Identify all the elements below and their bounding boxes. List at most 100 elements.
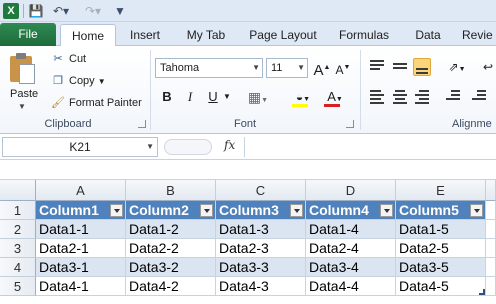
table-cell[interactable]: Data4-3 [216,277,306,296]
font-launcher-icon[interactable] [346,120,354,128]
table-header-cell[interactable]: Column5 [396,201,486,220]
align-left-icon[interactable] [368,88,386,106]
filter-dropdown-icon[interactable] [110,204,123,217]
formula-input[interactable] [244,137,494,157]
name-box[interactable]: K21 ▼ [2,137,158,157]
align-right-icon[interactable] [413,88,431,106]
insert-function-icon[interactable]: fx [224,138,235,152]
underline-dropdown-icon[interactable]: ▼ [222,87,232,107]
cut-button[interactable]: ✂ Cut [50,50,86,68]
select-all-corner[interactable] [0,180,36,201]
redo-icon[interactable]: ↷▾ [82,3,104,19]
table-cell[interactable]: Data1-2 [126,220,216,239]
row-header-2[interactable]: 2 [0,220,36,239]
middle-align-icon[interactable] [391,58,409,76]
table-cell[interactable]: Data2-3 [216,239,306,258]
filter-dropdown-icon[interactable] [200,204,213,217]
table-cell[interactable]: Data1-1 [36,220,126,239]
paste-button-label[interactable]: Paste [10,88,38,100]
wrap-text-icon[interactable]: ↩ [480,57,496,77]
worksheet-grid[interactable]: A B C D E 1 2 3 4 5 Column1 Column2 Colu… [0,180,496,304]
orientation-icon[interactable]: ⇗▼ [444,57,470,77]
tab-home[interactable]: Home [60,24,116,47]
table-header-cell[interactable]: Column3 [216,201,306,220]
tab-my-tab[interactable]: My Tab [180,24,232,46]
table-cell[interactable]: Data2-5 [396,239,486,258]
table-cell[interactable]: Data4-4 [306,277,396,296]
underline-button[interactable]: U [204,87,222,107]
customize-qat-icon[interactable]: ▼ [114,3,126,19]
table-cell[interactable]: Data3-5 [396,258,486,277]
row-header-1[interactable]: 1 [0,201,36,220]
grow-font-button[interactable]: A▲ [313,58,331,79]
filter-dropdown-icon[interactable] [380,204,393,217]
italic-button[interactable]: I [181,87,199,107]
column-header-f[interactable] [486,180,496,201]
table-cell[interactable]: Data4-1 [36,277,126,296]
excel-icon[interactable]: X [3,3,19,19]
bottom-align-icon[interactable] [413,58,431,76]
table-cell[interactable]: Data3-3 [216,258,306,277]
name-box-dropdown-icon[interactable]: ▼ [146,138,154,156]
table-header-cell[interactable]: Column2 [126,201,216,220]
formula-bar-divider-handle[interactable] [164,139,212,155]
row-header-5[interactable]: 5 [0,277,36,296]
empty-cell[interactable] [486,220,496,239]
borders-icon[interactable]: ▦▼ [246,87,270,107]
save-icon[interactable]: 💾 [28,3,44,19]
table-cell[interactable]: Data3-2 [126,258,216,277]
table-header-cell[interactable]: Column1 [36,201,126,220]
row-header-3[interactable]: 3 [0,239,36,258]
table-cell[interactable]: Data1-3 [216,220,306,239]
table-cell[interactable]: Data3-1 [36,258,126,277]
table-resize-handle[interactable] [479,289,485,295]
column-header-b[interactable]: B [126,180,216,201]
table-cell[interactable]: Data4-5 [396,277,486,296]
column-header-a[interactable]: A [36,180,126,201]
copy-dropdown-icon[interactable]: ▼ [98,77,106,86]
empty-cell[interactable] [486,258,496,277]
empty-cell[interactable] [486,239,496,258]
bold-button[interactable]: B [158,87,176,107]
table-cell[interactable]: Data2-4 [306,239,396,258]
column-header-d[interactable]: D [306,180,396,201]
font-name-dropdown-icon[interactable]: ▼ [252,59,260,77]
table-cell[interactable]: Data3-4 [306,258,396,277]
font-color-button[interactable]: A▼ [322,87,348,107]
increase-indent-icon[interactable] [470,88,488,106]
column-header-e[interactable]: E [396,180,486,201]
table-cell[interactable]: Data1-5 [396,220,486,239]
table-cell[interactable]: Data1-4 [306,220,396,239]
tab-page-layout[interactable]: Page Layout [244,24,322,46]
tab-file[interactable]: File [0,23,56,46]
font-name-combo[interactable]: Tahoma ▼ [155,58,263,78]
column-header-c[interactable]: C [216,180,306,201]
copy-button[interactable]: ❐ Copy ▼ [50,72,106,90]
font-size-dropdown-icon[interactable]: ▼ [297,59,305,77]
tab-insert[interactable]: Insert [122,24,168,46]
ribbon-tabs: File Home Insert My Tab Page Layout Form… [0,22,496,47]
empty-cell[interactable] [486,201,496,220]
top-align-icon[interactable] [368,58,386,76]
clipboard-launcher-icon[interactable] [138,120,146,128]
undo-icon[interactable]: ↶▾ [50,3,72,19]
paste-dropdown-icon[interactable]: ▼ [18,102,26,111]
empty-cell[interactable] [486,277,496,296]
table-header-cell[interactable]: Column4 [306,201,396,220]
table-cell[interactable]: Data2-2 [126,239,216,258]
fill-color-button[interactable]: ◒▼ [290,87,316,107]
format-painter-button[interactable]: 🖌 Format Painter [50,94,142,112]
row-header-4[interactable]: 4 [0,258,36,277]
table-cell[interactable]: Data4-2 [126,277,216,296]
paste-icon[interactable] [10,52,38,84]
font-size-combo[interactable]: 11 ▼ [266,58,308,78]
tab-review[interactable]: Revie [462,24,496,46]
align-center-icon[interactable] [391,88,409,106]
tab-data[interactable]: Data [408,24,448,46]
tab-formulas[interactable]: Formulas [334,24,394,46]
filter-dropdown-icon[interactable] [290,204,303,217]
table-cell[interactable]: Data2-1 [36,239,126,258]
shrink-font-button[interactable]: A▼ [334,58,352,78]
decrease-indent-icon[interactable] [444,88,462,106]
filter-dropdown-icon[interactable] [470,204,483,217]
